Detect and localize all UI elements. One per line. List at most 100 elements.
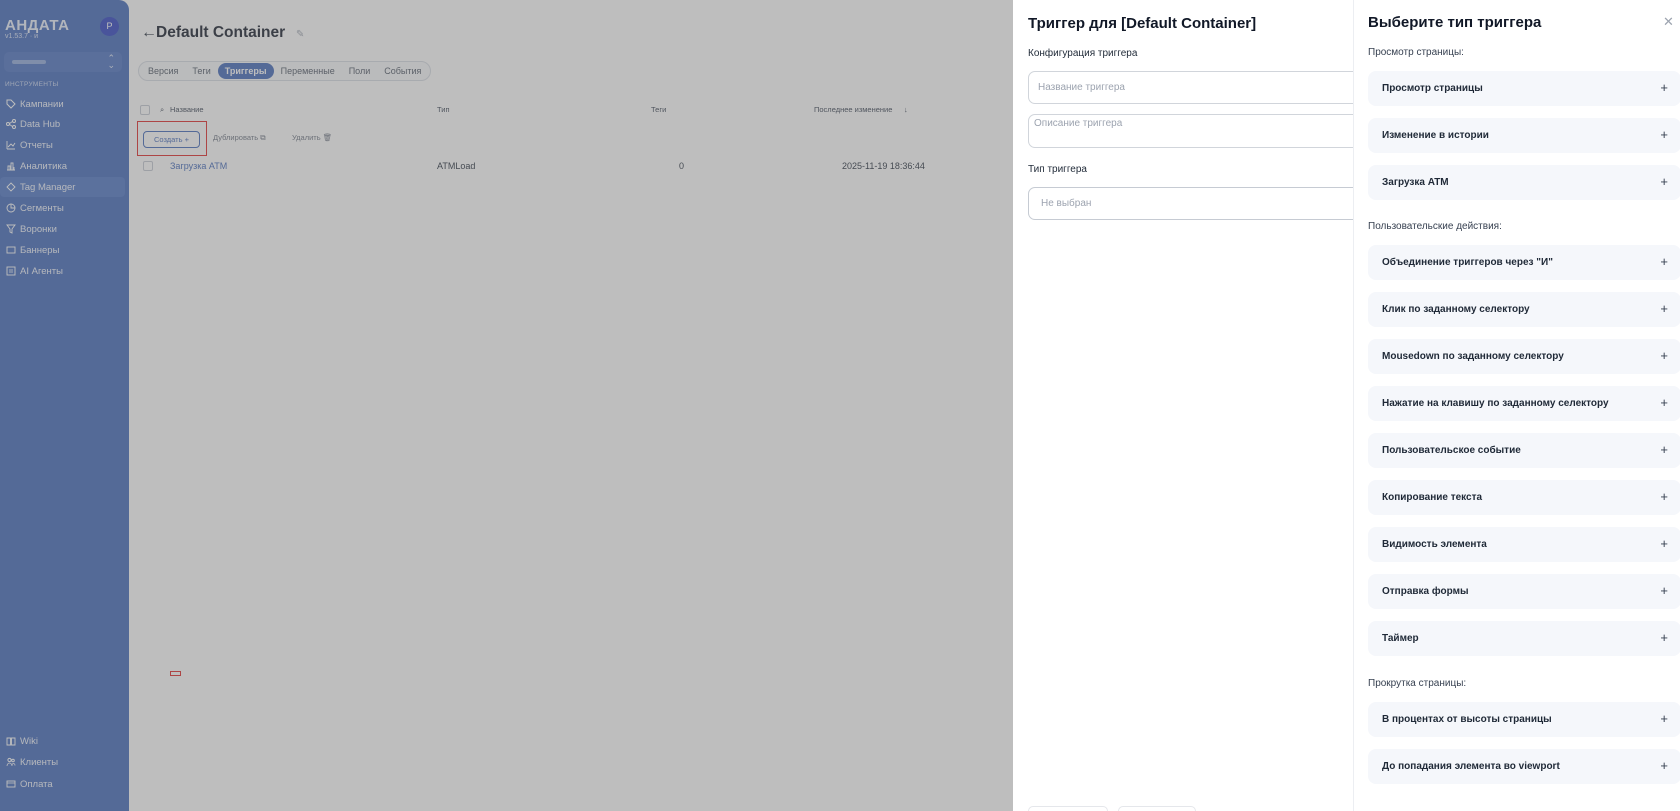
trigger-type-select[interactable]: Не выбран bbox=[1028, 187, 1368, 220]
plus-icon: + bbox=[1660, 174, 1668, 189]
column-type[interactable]: Тип bbox=[437, 105, 450, 114]
plus-icon: + bbox=[1660, 254, 1668, 269]
plus-icon: + bbox=[1660, 80, 1668, 95]
trigger-tags-count: 0 bbox=[679, 161, 685, 171]
page-title: Default Container bbox=[156, 24, 286, 41]
delete-label: Удалить bbox=[292, 133, 321, 142]
sidebar-item-data-hub[interactable]: Data Hub bbox=[0, 114, 125, 134]
column-modified[interactable]: Последнее изменение bbox=[814, 105, 892, 114]
sidebar-item-clients[interactable]: Клиенты bbox=[0, 752, 125, 772]
group-label-page-view: Просмотр страницы: bbox=[1368, 47, 1464, 58]
book-icon bbox=[5, 736, 16, 747]
row-checkbox[interactable] bbox=[143, 161, 153, 171]
trigger-type: ATMLoad bbox=[437, 161, 476, 171]
tab-version[interactable]: Версия bbox=[141, 63, 185, 79]
tab-triggers[interactable]: Триггеры bbox=[217, 63, 274, 79]
trigger-type-label: В процентах от высоты страницы bbox=[1382, 714, 1552, 725]
plus-icon: + bbox=[1660, 301, 1668, 316]
tab-events[interactable]: События bbox=[377, 63, 428, 79]
trigger-type-label: Видимость элемента bbox=[1382, 539, 1487, 550]
sidebar-item-billing[interactable]: Оплата bbox=[0, 774, 125, 794]
trash-icon: 🗑 bbox=[322, 133, 333, 142]
trigger-type-item[interactable]: Отправка формы + bbox=[1368, 574, 1680, 609]
app-version: v1.53.7 · и bbox=[5, 33, 39, 40]
trigger-type-label: Объединение триггеров через "И" bbox=[1382, 257, 1553, 268]
column-name[interactable]: Название bbox=[170, 105, 204, 114]
trigger-type-item[interactable]: Объединение триггеров через "И" + bbox=[1368, 245, 1680, 280]
trigger-type-item[interactable]: Копирование текста + bbox=[1368, 480, 1680, 515]
sidebar-item-campaigns[interactable]: Кампании bbox=[0, 94, 125, 114]
sidebar: АНДАТА v1.53.7 · и Р ⌃ ⌄ ИНСТРУМЕНТЫ Камп… bbox=[0, 0, 129, 811]
sidebar-item-label: Баннеры bbox=[20, 244, 60, 256]
tab-variables[interactable]: Переменные bbox=[274, 63, 342, 79]
sort-down-icon[interactable]: ↓ bbox=[904, 105, 908, 114]
chart-line-icon bbox=[5, 140, 16, 151]
save-button[interactable] bbox=[1028, 806, 1108, 811]
sidebar-item-label: Отчеты bbox=[20, 139, 53, 151]
tag-icon bbox=[5, 99, 16, 110]
trigger-type-item[interactable]: Изменение в истории + bbox=[1368, 118, 1680, 153]
app-logo[interactable]: АНДАТА bbox=[5, 17, 70, 34]
duplicate-button[interactable]: Дублировать ⧉ bbox=[213, 133, 266, 143]
trigger-type-label: Загрузка ATM bbox=[1382, 177, 1449, 188]
sidebar-item-label: Сегменты bbox=[20, 202, 64, 214]
trigger-type-title: Выберите тип триггера bbox=[1368, 14, 1542, 31]
tab-tags[interactable]: Теги bbox=[185, 63, 217, 79]
sidebar-item-label: Клиенты bbox=[20, 756, 59, 768]
plus-icon: + bbox=[1660, 348, 1668, 363]
trigger-description-input[interactable]: Описание триггера bbox=[1028, 114, 1368, 148]
trigger-type-label: Пользовательское событие bbox=[1382, 445, 1521, 456]
column-tags[interactable]: Теги bbox=[651, 105, 666, 114]
sidebar-item-wiki[interactable]: Wiki bbox=[0, 731, 125, 751]
delete-button[interactable]: Удалить 🗑 bbox=[292, 133, 332, 142]
trigger-type-label: Изменение в истории bbox=[1382, 130, 1489, 141]
trigger-name-input[interactable]: Название триггера bbox=[1028, 71, 1368, 104]
diamond-icon bbox=[5, 182, 16, 193]
config-title: Триггер для [Default Container] bbox=[1028, 15, 1257, 32]
plus-icon: + bbox=[1660, 758, 1668, 773]
back-arrow-icon[interactable]: ← bbox=[141, 24, 157, 42]
trigger-type-item[interactable]: Нажатие на клавишу по заданному селектор… bbox=[1368, 386, 1680, 421]
sidebar-item-funnels[interactable]: Воронки bbox=[0, 219, 125, 239]
avatar[interactable]: Р bbox=[100, 17, 119, 36]
trigger-type-label: Просмотр страницы bbox=[1382, 83, 1483, 94]
sidebar-item-label: AI Агенты bbox=[20, 265, 63, 277]
trigger-type-item[interactable]: Mousedown по заданному селектору + bbox=[1368, 339, 1680, 374]
trigger-config-panel: Триггер для [Default Container] Конфигур… bbox=[1013, 0, 1368, 811]
trigger-type-item[interactable]: До попадания элемента во viewport + bbox=[1368, 749, 1680, 784]
group-label-scroll: Прокрутка страницы: bbox=[1368, 678, 1467, 689]
sidebar-item-label: Wiki bbox=[20, 735, 38, 747]
share-icon bbox=[5, 119, 16, 130]
plus-icon: + bbox=[1660, 711, 1668, 726]
trigger-type-item[interactable]: Просмотр страницы + bbox=[1368, 71, 1680, 106]
tab-fields[interactable]: Поли bbox=[342, 63, 378, 79]
trigger-type-item[interactable]: Таймер + bbox=[1368, 621, 1680, 656]
search-icon[interactable]: ⌕ bbox=[160, 105, 164, 115]
trigger-type-item[interactable]: В процентах от высоты страницы + bbox=[1368, 702, 1680, 737]
main-content: ← Default Container ✎ Версия Теги Тригге… bbox=[129, 0, 1013, 811]
cancel-button[interactable] bbox=[1118, 806, 1196, 811]
card-icon bbox=[5, 779, 16, 790]
plus-icon: + bbox=[1660, 630, 1668, 645]
sidebar-item-reports[interactable]: Отчеты bbox=[0, 135, 125, 155]
trigger-type-item[interactable]: Загрузка ATM + bbox=[1368, 165, 1680, 200]
sidebar-item-ai-agents[interactable]: AI Агенты bbox=[0, 261, 125, 281]
trigger-type-item[interactable]: Пользовательское событие + bbox=[1368, 433, 1680, 468]
trigger-type-label: Отправка формы bbox=[1382, 586, 1469, 597]
close-icon[interactable]: ✕ bbox=[1663, 14, 1674, 30]
trigger-type-label: Таймер bbox=[1382, 633, 1419, 644]
ai-icon bbox=[5, 266, 16, 277]
sidebar-item-tag-manager[interactable]: Tag Manager bbox=[0, 177, 125, 197]
trigger-type-item[interactable]: Видимость элемента + bbox=[1368, 527, 1680, 562]
trigger-name-link[interactable]: Загрузка ATM bbox=[170, 161, 227, 171]
select-all-checkbox[interactable] bbox=[140, 105, 150, 115]
trigger-type-label: До попадания элемента во viewport bbox=[1382, 761, 1560, 772]
trigger-type-item[interactable]: Клик по заданному селектору + bbox=[1368, 292, 1680, 327]
sidebar-item-segments[interactable]: Сегменты bbox=[0, 198, 125, 218]
sidebar-item-banners[interactable]: Баннеры bbox=[0, 240, 125, 260]
organization-select[interactable]: ⌃ ⌄ bbox=[4, 52, 122, 72]
table-header: ⌕ Название Тип Теги Последнее изменение … bbox=[138, 102, 1008, 118]
pencil-icon[interactable]: ✎ bbox=[296, 29, 304, 40]
trigger-type-label: Тип триггера bbox=[1028, 164, 1087, 175]
sidebar-item-analytics[interactable]: Аналитика bbox=[0, 156, 125, 176]
